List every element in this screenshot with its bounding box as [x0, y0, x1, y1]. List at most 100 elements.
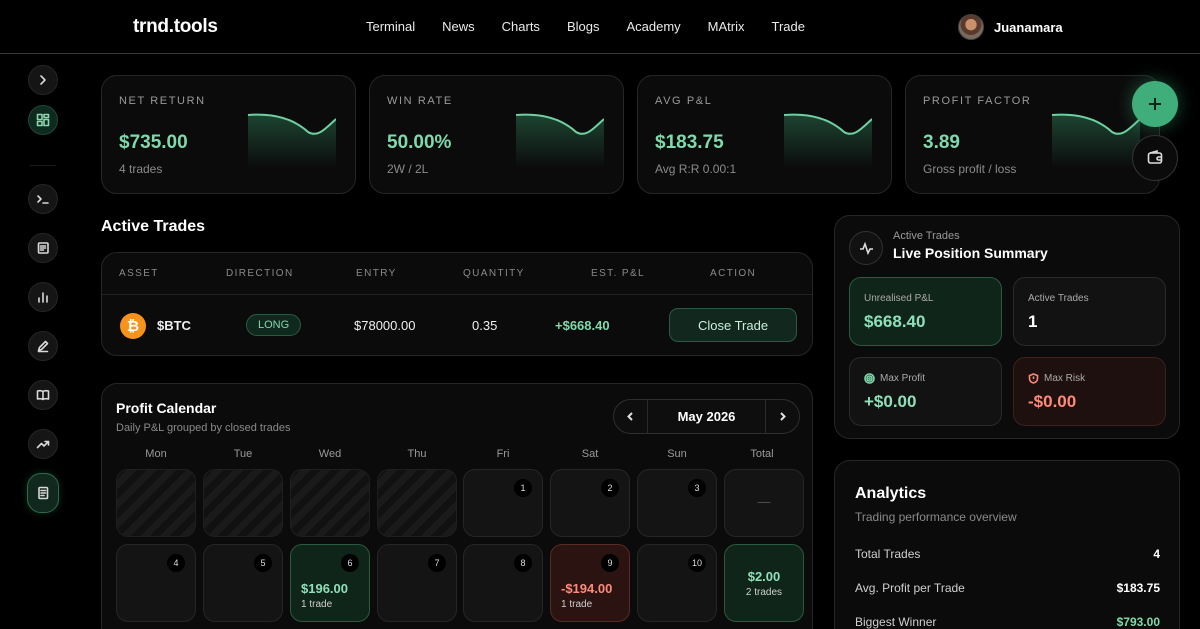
weekday-label: Wed — [318, 448, 342, 460]
stat-value: $735.00 — [119, 132, 188, 153]
stat-label: AVG P&L — [655, 95, 713, 107]
week-total-empty: — — [757, 494, 771, 509]
max-profit-tile: Max Profit +$0.00 — [849, 357, 1002, 426]
tile-label-text: Active Trades — [1028, 293, 1089, 304]
nav-matrix[interactable]: MAtrix — [708, 19, 745, 34]
day-trade-count: 1 trade — [301, 599, 333, 610]
nav-charts[interactable]: Charts — [502, 19, 540, 34]
weekday-label: Total — [750, 448, 774, 460]
calendar-day[interactable]: 8 — [463, 544, 543, 622]
calendar-empty-cell — [116, 469, 196, 537]
book-icon — [36, 389, 50, 401]
nav-academy[interactable]: Academy — [626, 19, 680, 34]
user-menu[interactable]: Juanamara — [958, 14, 1063, 40]
day-number: 2 — [601, 479, 619, 497]
stat-card-profit-factor: PROFIT FACTOR 3.89 Gross profit / loss — [905, 75, 1160, 194]
analytics-row: Avg. Profit per Trade $183.75 — [855, 581, 1160, 595]
dashboard-grid-icon — [36, 113, 50, 127]
day-number: 1 — [514, 479, 532, 497]
calendar-empty-cell — [290, 469, 370, 537]
top-navbar: trnd.tools Terminal News Charts Blogs Ac… — [0, 0, 1200, 54]
bitcoin-icon: ₿ — [120, 313, 146, 339]
column-header: ACTION — [710, 268, 757, 279]
analytics-value: 4 — [1153, 547, 1160, 561]
direction-badge: LONG — [246, 314, 302, 336]
analytics-value: $793.00 — [1116, 615, 1160, 629]
summary-kicker: Active Trades — [893, 230, 960, 242]
column-header: ENTRY — [356, 268, 397, 279]
sidebar-item-terminal[interactable] — [28, 184, 58, 214]
calendar-day[interactable]: 5 — [203, 544, 283, 622]
brand-logo[interactable]: trnd.tools — [133, 16, 218, 38]
weekday-label: Tue — [233, 448, 253, 460]
calendar-day-loss[interactable]: 9 -$194.00 1 trade — [550, 544, 630, 622]
weekday-label: Sun — [667, 448, 687, 460]
tile-value: -$0.00 — [1028, 392, 1077, 411]
wallet-button[interactable] — [1132, 135, 1178, 181]
analytics-value: $183.75 — [1116, 581, 1160, 595]
analytics-label: Biggest Winner — [855, 615, 937, 629]
avatar — [958, 14, 984, 40]
sparkline — [516, 113, 604, 168]
stat-value: 50.00% — [387, 132, 452, 153]
table-divider — [102, 294, 812, 295]
next-month-button[interactable] — [765, 400, 799, 433]
stat-value: 3.89 — [923, 132, 960, 153]
close-trade-button[interactable]: Close Trade — [669, 308, 797, 342]
weekday-label: Thu — [407, 448, 427, 460]
sidebar-item-news[interactable] — [28, 233, 58, 263]
prev-month-button[interactable] — [614, 400, 648, 433]
stat-value: $183.75 — [655, 132, 724, 153]
calendar-day[interactable]: 3 — [637, 469, 717, 537]
calendar-day[interactable]: 7 — [377, 544, 457, 622]
user-name: Juanamara — [994, 19, 1063, 35]
calendar-empty-cell — [203, 469, 283, 537]
max-risk-tile: Max Risk -$0.00 — [1013, 357, 1166, 426]
pnl-cell: +$668.40 — [555, 318, 610, 333]
nav-terminal[interactable]: Terminal — [366, 19, 415, 34]
calendar-day[interactable]: 2 — [550, 469, 630, 537]
column-header: EST. P&L — [591, 268, 645, 279]
calendar-day[interactable]: 10 — [637, 544, 717, 622]
calendar-day[interactable]: 4 — [116, 544, 196, 622]
analytics-row: Biggest Winner $793.00 — [855, 615, 1160, 629]
weekday-label: Mon — [145, 448, 167, 460]
chevron-left-icon — [627, 412, 633, 421]
calendar-title: Profit Calendar — [116, 400, 217, 416]
active-trades-table: ASSET DIRECTION ENTRY QUANTITY EST. P&L … — [101, 252, 813, 356]
stat-sub: 2W / 2L — [387, 162, 429, 176]
tile-label: Max Profit — [864, 373, 925, 384]
sparkline — [248, 113, 336, 168]
sidebar-item-dashboard[interactable] — [28, 105, 58, 135]
sparkline — [784, 113, 872, 168]
nav-news[interactable]: News — [442, 19, 475, 34]
analytics-subtitle: Trading performance overview — [855, 510, 1017, 524]
sidebar-expand-button[interactable] — [28, 65, 58, 95]
tile-label: Active Trades — [1028, 293, 1089, 304]
stat-card-avg-pnl: AVG P&L $183.75 Avg R:R 0.00:1 — [637, 75, 892, 194]
nav-blogs[interactable]: Blogs — [567, 19, 600, 34]
sidebar-item-academy[interactable] — [28, 380, 58, 410]
sidebar-item-charts[interactable] — [28, 282, 58, 312]
day-pnl: $196.00 — [301, 581, 348, 596]
sidebar-item-trends[interactable] — [28, 429, 58, 459]
quantity-cell: 0.35 — [472, 318, 498, 333]
nav-trade[interactable]: Trade — [772, 19, 805, 34]
tile-value: $668.40 — [864, 312, 926, 331]
activity-icon-wrap — [849, 231, 883, 265]
target-icon — [864, 373, 875, 384]
sidebar-item-journal[interactable] — [27, 473, 59, 513]
main-nav: Terminal News Charts Blogs Academy MAtri… — [366, 19, 832, 34]
live-position-summary: Active Trades Live Position Summary Unre… — [834, 215, 1180, 439]
analytics-title: Analytics — [855, 485, 927, 502]
calendar-day[interactable]: 1 — [463, 469, 543, 537]
tile-label: Max Risk — [1028, 373, 1085, 384]
sidebar-item-blogs[interactable] — [28, 331, 58, 361]
tile-value: +$0.00 — [864, 392, 917, 411]
day-trade-count: 1 trade — [561, 599, 593, 610]
pen-icon — [37, 340, 49, 353]
trending-up-icon — [36, 440, 50, 449]
calendar-day-profit[interactable]: 6 $196.00 1 trade — [290, 544, 370, 622]
add-trade-button[interactable] — [1132, 81, 1178, 127]
news-icon — [37, 242, 49, 254]
